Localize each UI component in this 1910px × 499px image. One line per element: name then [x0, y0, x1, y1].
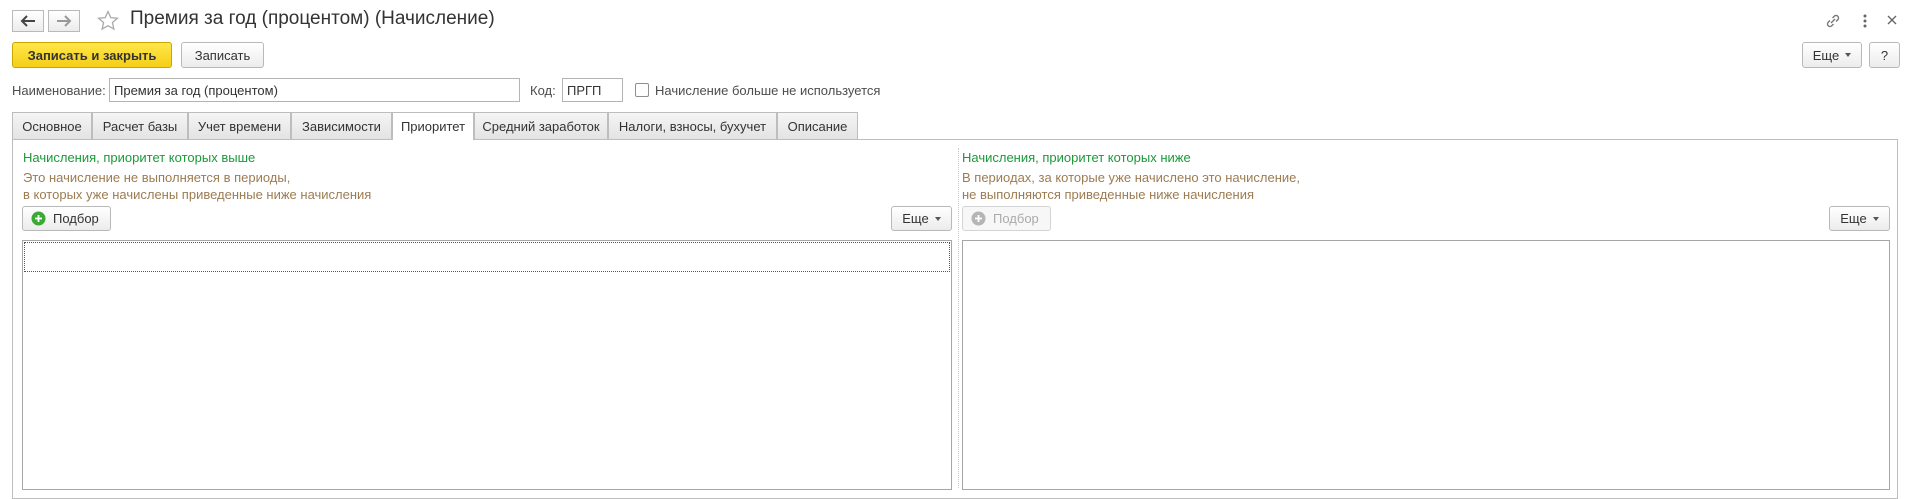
tab-base-calc[interactable]: Расчет базы	[92, 112, 188, 139]
table-row[interactable]	[24, 242, 950, 272]
more-vertical-icon	[1863, 14, 1867, 28]
add-circle-icon	[971, 211, 986, 226]
panel-splitter[interactable]	[958, 148, 959, 488]
arrow-left-icon	[20, 15, 35, 27]
right-panel-desc-2: не выполняются приведенные ниже начислен…	[962, 187, 1255, 202]
chevron-down-icon	[934, 216, 941, 221]
star-icon	[97, 9, 119, 31]
close-button[interactable]	[1884, 12, 1900, 28]
right-panel-desc-1: В периодах, за которые уже начислено это…	[962, 170, 1300, 185]
name-label: Наименование:	[12, 83, 106, 98]
arrow-right-icon	[57, 15, 72, 27]
code-input[interactable]	[562, 78, 623, 102]
right-panel-title: Начисления, приоритет которых ниже	[962, 150, 1191, 165]
left-panel-desc-1: Это начисление не выполняется в периоды,	[23, 170, 291, 185]
page-title: Премия за год (процентом) (Начисление)	[130, 8, 495, 29]
save-and-close-button[interactable]: Записать и закрыть	[12, 42, 172, 68]
save-button[interactable]: Записать	[181, 42, 264, 68]
left-panel-title: Начисления, приоритет которых выше	[23, 150, 256, 165]
tab-dependencies[interactable]: Зависимости	[291, 112, 392, 139]
left-pick-label: Подбор	[53, 211, 99, 226]
tab-time-tracking[interactable]: Учет времени	[188, 112, 291, 139]
tab-main[interactable]: Основное	[12, 112, 92, 139]
code-label: Код:	[530, 83, 556, 98]
left-more-label: Еще	[902, 211, 929, 226]
right-more-button[interactable]: Еще	[1829, 206, 1890, 231]
name-input[interactable]	[109, 78, 520, 102]
forward-button[interactable]	[48, 10, 80, 32]
more-actions-button[interactable]	[1859, 11, 1871, 31]
not-used-checkbox[interactable]	[635, 83, 649, 97]
chevron-down-icon	[1845, 53, 1852, 57]
more-button[interactable]: Еще	[1802, 42, 1862, 68]
left-more-button[interactable]: Еще	[891, 206, 952, 231]
add-circle-icon	[31, 211, 46, 226]
tab-average-earnings[interactable]: Средний заработок	[474, 112, 608, 139]
right-priority-table[interactable]	[962, 240, 1890, 490]
chevron-down-icon	[1872, 216, 1879, 221]
tab-description[interactable]: Описание	[777, 112, 858, 139]
not-used-label: Начисление больше не используется	[655, 83, 881, 98]
help-button[interactable]: ?	[1869, 42, 1900, 68]
right-pick-label: Подбор	[993, 211, 1039, 226]
more-button-label: Еще	[1812, 47, 1840, 63]
tab-taxes[interactable]: Налоги, взносы, бухучет	[608, 112, 777, 139]
link-button[interactable]	[1823, 11, 1843, 31]
left-panel-desc-2: в которых уже начислены приведенные ниже…	[23, 187, 372, 202]
link-icon	[1826, 14, 1840, 28]
close-icon	[1887, 15, 1897, 25]
right-more-label: Еще	[1840, 211, 1867, 226]
favorite-button[interactable]	[96, 9, 120, 33]
tab-priority[interactable]: Приоритет	[392, 112, 474, 140]
left-pick-button[interactable]: Подбор	[22, 206, 111, 231]
left-priority-table[interactable]	[22, 240, 952, 490]
back-button[interactable]	[12, 10, 44, 32]
right-pick-button[interactable]: Подбор	[962, 206, 1051, 231]
